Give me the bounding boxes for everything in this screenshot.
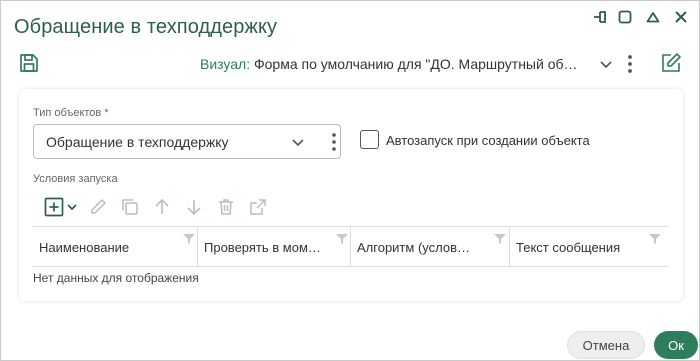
filter-icon[interactable] [494, 233, 506, 245]
more-vertical-icon[interactable] [330, 132, 338, 152]
column-header-name[interactable]: Наименование [33, 227, 198, 267]
dialog-window: Обращение в техподдержку Визуал: Форма п… [0, 0, 700, 361]
column-header-message-text[interactable]: Текст сообщения [510, 227, 669, 267]
autostart-checkbox[interactable] [360, 130, 379, 149]
copy-icon [122, 199, 138, 215]
edit-icon [662, 53, 681, 72]
close-icon[interactable] [671, 7, 691, 27]
autostart-label: Автозапуск при создании объекта [386, 133, 590, 148]
visual-value: Форма по умолчанию для "ДО. Маршрутный о… [254, 56, 578, 72]
save-button[interactable] [17, 51, 41, 75]
object-type-label: Тип объектов * [33, 107, 109, 119]
open-external-button[interactable] [247, 196, 269, 218]
edit-row-button[interactable] [87, 196, 109, 218]
delete-row-button[interactable] [215, 196, 237, 218]
move-down-button[interactable] [183, 196, 205, 218]
filter-icon[interactable] [183, 233, 195, 245]
object-type-select[interactable]: Обращение в техподдержку [33, 124, 341, 159]
maximize-icon[interactable] [615, 7, 635, 27]
form-panel: Тип объектов * Обращение в техподдержку … [19, 89, 683, 301]
copy-row-button[interactable] [119, 196, 141, 218]
move-up-button[interactable] [151, 196, 173, 218]
filter-icon[interactable] [336, 233, 348, 245]
column-label: Алгоритм (услов… [357, 240, 470, 255]
external-link-icon [250, 199, 266, 215]
edit-form-button[interactable] [659, 51, 683, 75]
chevron-down-icon[interactable] [290, 134, 306, 150]
add-icon [44, 197, 77, 217]
trash-icon [219, 199, 233, 215]
chevron-down-icon[interactable] [598, 56, 614, 72]
pin-icon[interactable] [590, 7, 610, 27]
column-header-algorithm[interactable]: Алгоритм (услов… [351, 227, 510, 267]
dialog-title: Обращение в техподдержку [14, 16, 278, 38]
more-vertical-icon[interactable] [623, 53, 637, 75]
grid-empty-message: Нет данных для отображения [33, 271, 199, 285]
ok-button[interactable]: Ок [654, 331, 698, 359]
arrow-down-icon [187, 200, 201, 216]
filter-icon[interactable] [649, 233, 661, 245]
column-label: Наименование [39, 240, 130, 255]
conditions-label: Условия запуска [33, 173, 118, 185]
pencil-icon [91, 199, 106, 214]
column-label: Проверять в мом… [204, 240, 321, 255]
visual-selector[interactable]: Визуал: Форма по умолчанию для "ДО. Марш… [200, 56, 578, 72]
conditions-grid-header: Наименование Проверять в мом… Алгоритм (… [33, 226, 669, 267]
visual-label: Визуал: [200, 56, 251, 72]
save-icon [20, 54, 38, 72]
object-type-value: Обращение в техподдержку [46, 134, 229, 150]
arrow-up-icon [155, 198, 169, 214]
collapse-icon[interactable] [643, 7, 663, 27]
cancel-button[interactable]: Отмена [567, 331, 645, 359]
add-condition-button[interactable] [44, 196, 80, 218]
column-label: Текст сообщения [516, 240, 621, 255]
column-header-check-moment[interactable]: Проверять в мом… [198, 227, 351, 267]
